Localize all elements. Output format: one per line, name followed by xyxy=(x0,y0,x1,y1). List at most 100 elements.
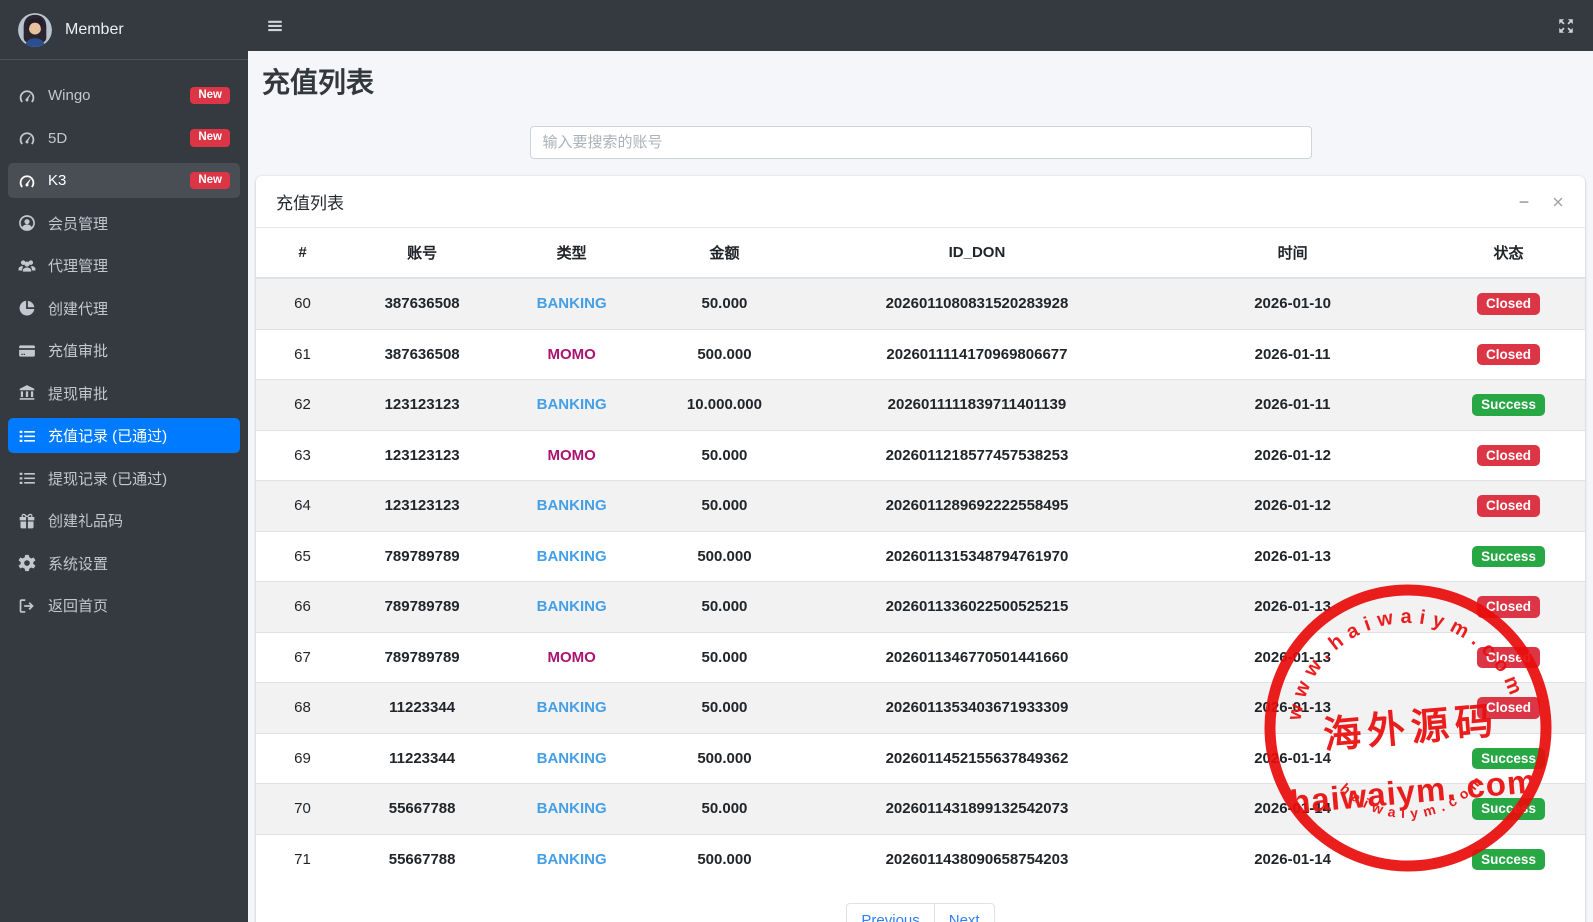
status-badge: Closed xyxy=(1477,596,1541,618)
table-row: 71 55667788 BANKING 500.000 2026011438090658… xyxy=(256,833,1585,885)
cell-date: 2026-01-13 xyxy=(1153,631,1433,683)
cell-index: 68 xyxy=(256,682,350,734)
sidebar-item-recharge-approval[interactable]: 充值审批 xyxy=(8,333,240,368)
card-header: 充值列表 xyxy=(256,176,1585,229)
sidebar-item-withdraw-approval[interactable]: 提现审批 xyxy=(8,376,240,411)
cell-type: BANKING xyxy=(495,682,649,734)
cell-account: 55667788 xyxy=(349,833,496,885)
cell-id-don: 2026011080831520283928 xyxy=(800,277,1154,330)
cell-index: 67 xyxy=(256,631,350,683)
table-row: 64 123123123 BANKING 50.000 2026011289692222… xyxy=(256,480,1585,532)
cell-type: BANKING xyxy=(495,581,649,633)
user-icon xyxy=(18,214,36,232)
column-header: # xyxy=(256,228,350,280)
search-input[interactable] xyxy=(529,126,1312,160)
cell-account: 387636508 xyxy=(349,328,496,380)
cell-date: 2026-01-10 xyxy=(1153,277,1433,330)
sidebar-item-withdraw-records[interactable]: 提现记录 (已通过) xyxy=(8,461,240,496)
sidebar-item-create-gift-code[interactable]: 创建礼品码 xyxy=(8,503,240,538)
hamburger-icon xyxy=(266,17,284,35)
sidebar-item-recharge-records[interactable]: 充值记录 (已通过) xyxy=(8,418,240,453)
table-row: 68 11223344 BANKING 50.000 20260113534036719… xyxy=(256,682,1585,734)
collapse-button[interactable] xyxy=(1517,195,1531,209)
cell-id-don: 2026011218577457538253 xyxy=(800,429,1154,481)
close-icon xyxy=(1551,195,1565,209)
cell-type: BANKING xyxy=(495,277,649,330)
status-badge: Closed xyxy=(1477,444,1541,467)
status-badge: Closed xyxy=(1477,495,1541,517)
users-icon xyxy=(18,257,36,275)
cell-amount: 50.000 xyxy=(648,277,801,330)
sidebar-item-k3[interactable]: K3 New xyxy=(8,163,240,198)
table-row: 67 789789789 MOMO 50.000 2026011346770501441… xyxy=(256,631,1585,683)
sidebar-item-member-management[interactable]: 会员管理 xyxy=(8,206,240,241)
close-button[interactable] xyxy=(1551,195,1565,209)
cell-id-don: 2026011452155637849362 xyxy=(800,732,1154,784)
cell-account: 789789789 xyxy=(349,530,496,582)
cell-account: 789789789 xyxy=(349,581,496,633)
status-badge: Success xyxy=(1472,394,1545,416)
column-header: 时间 xyxy=(1153,228,1433,280)
new-badge: New xyxy=(190,129,230,147)
gauge-icon xyxy=(18,129,36,147)
sidebar-item-back-to-home[interactable]: 返回首页 xyxy=(8,588,240,623)
cell-date: 2026-01-14 xyxy=(1153,833,1433,885)
cell-amount: 500.000 xyxy=(648,530,801,582)
cell-id-don: 2026011346770501441660 xyxy=(800,631,1154,683)
minus-icon xyxy=(1517,195,1531,209)
pagination: Previous Next xyxy=(256,903,1585,922)
cell-amount: 50.000 xyxy=(648,631,801,683)
cell-type: BANKING xyxy=(495,783,649,835)
sidebar-item-create-agent[interactable]: 创建代理 xyxy=(8,291,240,326)
status-badge: Closed xyxy=(1477,293,1541,315)
fullscreen-button[interactable] xyxy=(1557,17,1575,35)
sidebar: Member Wingo New 5D New K3 New 会员管理 代理管理 创建代理 充值审… xyxy=(0,0,248,922)
cell-type: MOMO xyxy=(495,429,649,481)
sidebar-item-label: K3 xyxy=(48,172,67,189)
cell-account: 123123123 xyxy=(349,429,496,481)
cell-account: 387636508 xyxy=(349,277,496,330)
cell-type: BANKING xyxy=(495,379,649,431)
cell-amount: 50.000 xyxy=(648,429,801,481)
sidebar-item-label: 提现记录 (已通过) xyxy=(48,470,168,488)
cell-index: 64 xyxy=(256,480,350,532)
content-area: 充值列表 充值列表 xyxy=(248,51,1593,922)
cell-amount: 50.000 xyxy=(648,783,801,835)
previous-button[interactable]: Previous xyxy=(846,903,935,922)
next-button[interactable]: Next xyxy=(933,903,995,922)
column-header: ID_DON xyxy=(800,228,1154,280)
cell-status: Closed xyxy=(1432,581,1585,633)
cell-type: BANKING xyxy=(495,530,649,582)
gauge-icon xyxy=(18,172,36,190)
cell-type: MOMO xyxy=(495,328,649,380)
cell-index: 63 xyxy=(256,429,350,481)
topbar xyxy=(248,0,1593,51)
logout-icon xyxy=(18,597,36,615)
cell-status: Closed xyxy=(1432,480,1585,532)
cell-id-don: 2026011336022500525215 xyxy=(800,581,1154,633)
cell-date: 2026-01-13 xyxy=(1153,682,1433,734)
cell-date: 2026-01-11 xyxy=(1153,379,1433,431)
column-header: 状态 xyxy=(1432,228,1585,280)
cell-date: 2026-01-11 xyxy=(1153,328,1433,380)
sidebar-item-label: 会员管理 xyxy=(48,215,109,233)
table-row: 60 387636508 BANKING 50.000 2026011080831520… xyxy=(256,277,1585,330)
sidebar-toggle-button[interactable] xyxy=(266,17,284,35)
sidebar-item-5d[interactable]: 5D New xyxy=(8,121,240,156)
table-row: 61 387636508 MOMO 500.000 202601111417096980… xyxy=(256,328,1585,380)
sidebar-user-panel[interactable]: Member xyxy=(0,0,248,60)
cell-index: 62 xyxy=(256,379,350,431)
cell-status: Success xyxy=(1432,732,1585,784)
cell-index: 69 xyxy=(256,732,350,784)
cell-id-don: 2026011353403671933309 xyxy=(800,682,1154,734)
cell-date: 2026-01-12 xyxy=(1153,480,1433,532)
status-badge: Success xyxy=(1472,545,1545,568)
table-row: 62 123123123 BANKING 10.000.000 202601111183… xyxy=(256,379,1585,431)
cell-amount: 500.000 xyxy=(648,833,801,885)
status-badge: Success xyxy=(1472,798,1545,820)
sidebar-item-label: 创建礼品码 xyxy=(48,513,124,530)
sidebar-item-system-settings[interactable]: 系统设置 xyxy=(8,546,240,581)
sidebar-item-agent-management[interactable]: 代理管理 xyxy=(8,248,240,283)
bank-icon xyxy=(18,384,36,402)
sidebar-item-wingo[interactable]: Wingo New xyxy=(8,78,240,113)
